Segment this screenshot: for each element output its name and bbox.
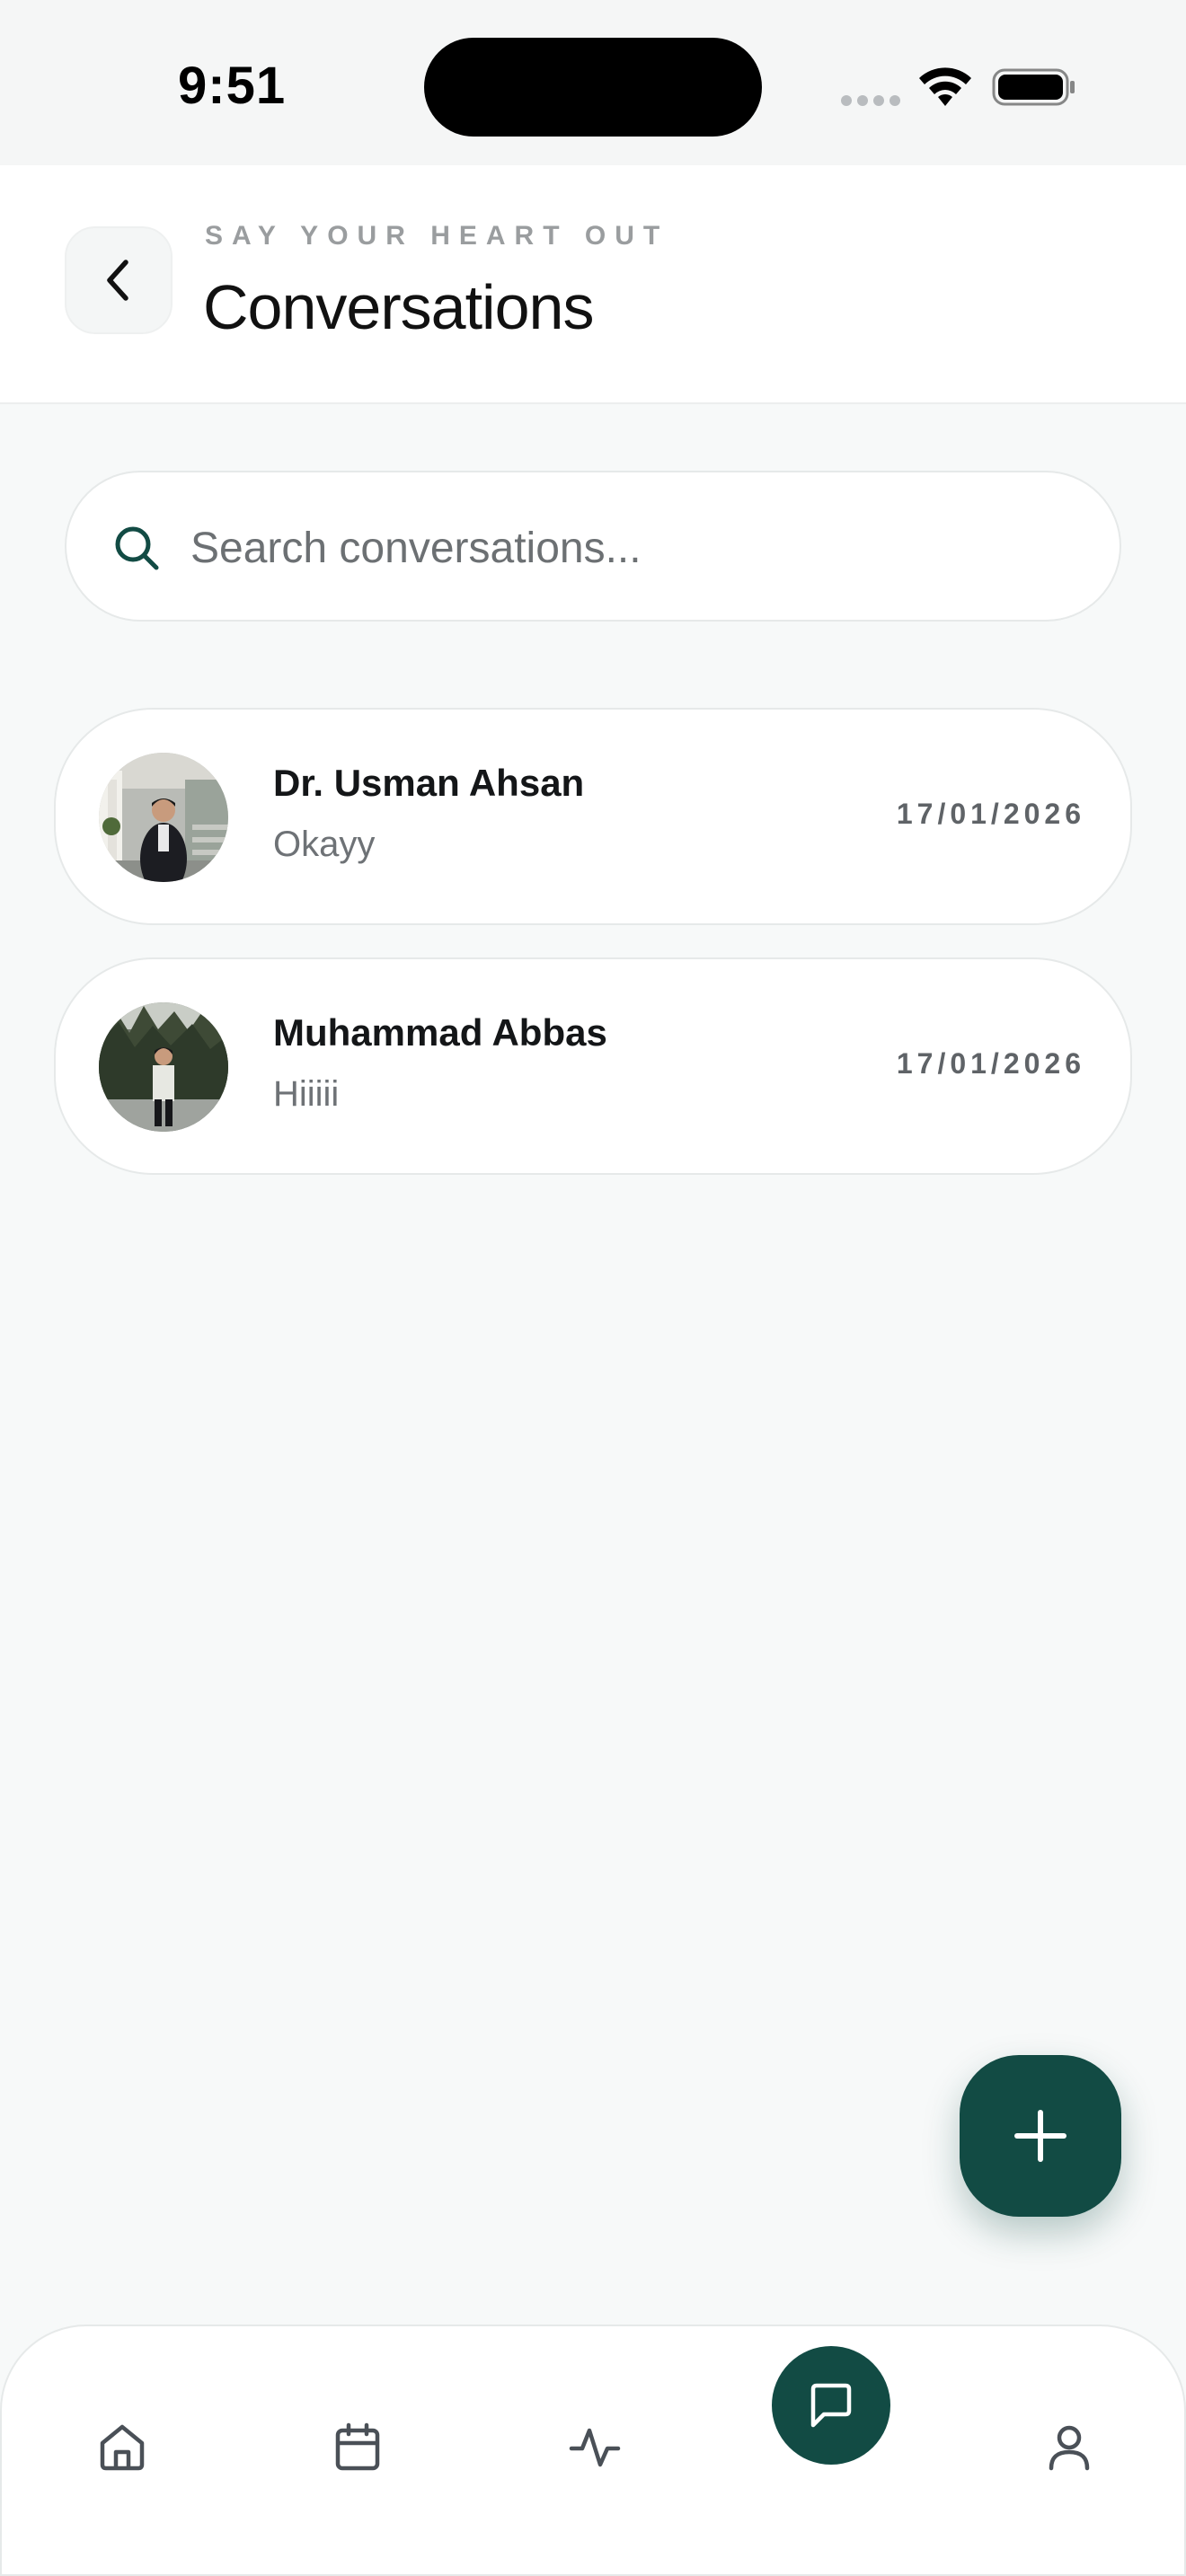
page-eyebrow: SAY YOUR HEART OUT: [205, 221, 669, 251]
conversation-preview: Hiiiii: [273, 1074, 340, 1114]
conversation-item[interactable]: Muhammad Abbas Hiiiii 17/01/2026: [54, 957, 1132, 1175]
status-time: 9:51: [178, 57, 287, 115]
conversation-item[interactable]: Dr. Usman Ahsan Okayy 17/01/2026: [54, 708, 1132, 925]
chevron-left-icon: [107, 260, 128, 301]
plus-icon: [1014, 2110, 1067, 2162]
profile-icon: [1049, 2425, 1090, 2471]
new-conversation-button[interactable]: [960, 2055, 1121, 2217]
home-icon: [100, 2424, 145, 2471]
nav-calendar[interactable]: [316, 2405, 399, 2488]
bottom-navigation: [0, 2325, 1186, 2576]
header: SAY YOUR HEART OUT Conversations: [0, 165, 1186, 404]
wifi-icon: [919, 67, 971, 106]
avatar: [99, 753, 228, 882]
conversation-name: Muhammad Abbas: [273, 1011, 607, 1054]
chat-icon: [810, 2383, 852, 2428]
status-bar: 9:51: [0, 0, 1186, 165]
avatar: [99, 1002, 228, 1132]
search-input[interactable]: [190, 508, 1071, 587]
calendar-icon: [335, 2422, 380, 2471]
conversation-date: 17/01/2026: [896, 1047, 1085, 1080]
nav-profile[interactable]: [1028, 2405, 1111, 2488]
back-button[interactable]: [65, 226, 173, 334]
conversation-date: 17/01/2026: [896, 798, 1085, 830]
activity-icon: [569, 2428, 621, 2467]
nav-activity[interactable]: [553, 2405, 636, 2488]
cellular-signal-icon: [841, 95, 900, 106]
page-title: Conversations: [203, 272, 594, 342]
search-bar[interactable]: [65, 471, 1121, 622]
nav-chat[interactable]: [772, 2346, 890, 2465]
conversation-name: Dr. Usman Ahsan: [273, 762, 585, 804]
battery-icon: [992, 68, 1075, 106]
dynamic-island: [424, 38, 762, 137]
conversations-screen: 9:51 SAY YOUR HEART OUT Conversations Se…: [0, 0, 1186, 2576]
search-icon: [115, 526, 159, 570]
nav-home[interactable]: [81, 2405, 164, 2488]
conversation-preview: Okayy: [273, 825, 376, 864]
